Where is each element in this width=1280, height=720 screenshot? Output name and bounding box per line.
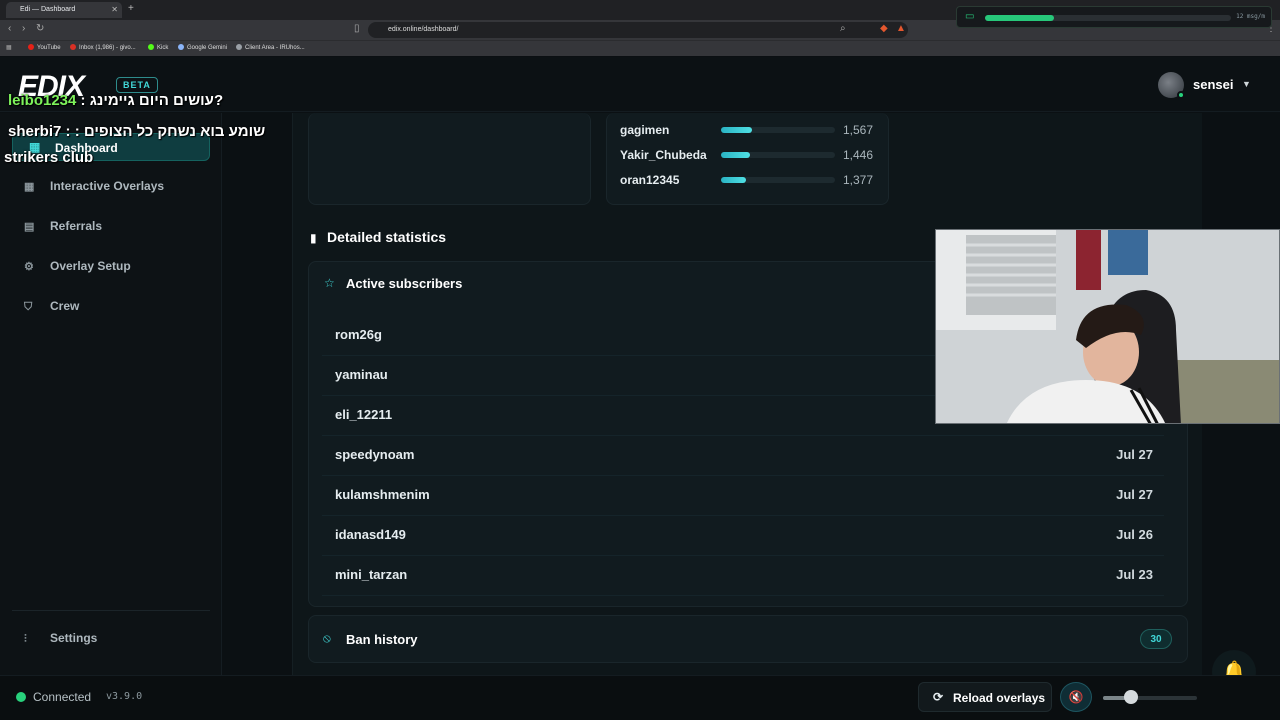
subscriber-name: mini_tarzan <box>335 567 408 582</box>
apps-icon[interactable]: ▦ <box>6 44 12 51</box>
grid-icon: ▦ <box>24 181 35 193</box>
leaderboard-value: 1,377 <box>843 173 874 187</box>
bookmark-gemini[interactable]: Google Gemini <box>178 44 227 51</box>
sidebar-divider <box>12 610 210 611</box>
bar-chart-icon: ▮ <box>310 231 317 245</box>
detailed-statistics-title: Detailed statistics <box>327 229 447 245</box>
ban-history-card[interactable] <box>308 615 1188 663</box>
reload-overlays-label: Reload overlays <box>953 691 1046 705</box>
leaderboard-bar <box>721 152 835 158</box>
avatar[interactable] <box>1158 72 1185 99</box>
subscriber-name: yaminau <box>335 367 388 382</box>
refresh-icon: ⟳ <box>933 690 944 704</box>
address-bar[interactable]: edix.online/dashboard/ <box>368 22 908 38</box>
sidebar-item-interactive-overlays[interactable]: ▦ Interactive Overlays <box>24 179 164 199</box>
gear-icon: ⚙ <box>24 261 34 273</box>
ban-count-badge: 30 <box>1140 629 1172 649</box>
forward-icon[interactable]: › <box>22 23 25 34</box>
subscriber-name: rom26g <box>335 327 382 342</box>
webcam-image <box>936 230 1279 423</box>
chat-rate-widget: ▭ 12 msg/m <box>956 6 1272 28</box>
chat-message: strikers club <box>4 149 94 166</box>
bookmark-client-area[interactable]: Client Area - IRUhos... <box>236 44 305 51</box>
subscriber-date: Jul 27 <box>1116 487 1153 502</box>
volume-slider-handle[interactable] <box>1124 690 1138 704</box>
sidebar-item-overlay-setup[interactable]: ⚙ Overlay Setup <box>24 259 131 279</box>
leaderboard-bar <box>721 127 835 133</box>
sidebar-item-crew[interactable]: ⛉ Crew <box>24 299 79 319</box>
connection-status: Connected <box>33 690 92 704</box>
reload-icon[interactable]: ↻ <box>36 23 44 34</box>
volume-slider[interactable] <box>1103 696 1197 700</box>
subscriber-date: Jul 23 <box>1116 567 1153 582</box>
tab-title: Edi — Dashboard <box>20 6 76 13</box>
row-divider <box>322 475 1164 476</box>
bookmark-icon[interactable]: ▯ <box>354 23 360 34</box>
reload-overlays-button[interactable]: ⟳ Reload overlays <box>918 682 1052 712</box>
speaker-muted-icon: 🔇 <box>1068 690 1084 704</box>
chat-rate-bar <box>985 15 1231 21</box>
row-divider <box>322 515 1164 516</box>
leaderboard-bar-fill <box>721 127 752 133</box>
chat-rate-fill <box>985 15 1054 21</box>
new-tab-icon[interactable]: + <box>128 3 134 14</box>
bookmark-inbox[interactable]: Inbox (1,986) - givo... <box>70 44 136 51</box>
sidebar-item-referrals[interactable]: ▤ Referrals <box>24 219 102 239</box>
bookmark-youtube[interactable]: YouTube <box>28 44 61 51</box>
bookmarks-bar: ▦ YouTube Inbox (1,986) - givo... Kick G… <box>0 40 1280 56</box>
row-divider <box>322 435 1164 436</box>
bookmark-kick[interactable]: Kick <box>148 44 168 51</box>
ban-history-title[interactable]: Ban history <box>346 632 418 647</box>
chat-message: leibo1234 : עושים היום גיימינג? <box>8 92 224 109</box>
subscriber-date: Jul 27 <box>1116 447 1153 462</box>
close-tab-icon[interactable]: ✕ <box>111 5 118 14</box>
leaderboard-value: 1,446 <box>843 148 874 162</box>
leaderboard-value: 1,567 <box>843 123 874 137</box>
gift-icon: ▤ <box>24 221 35 233</box>
brave-rewards-icon[interactable]: ▲ <box>896 23 906 34</box>
url-text: edix.online/dashboard/ <box>388 26 459 33</box>
subscriber-name: idanasd149 <box>335 527 406 542</box>
webcam-overlay <box>935 229 1280 424</box>
browser-tab[interactable]: Edi — Dashboard ✕ <box>6 2 122 18</box>
leaderboard-name: gagimen <box>620 123 670 137</box>
stats-card <box>308 113 591 205</box>
leaderboard-name: Yakir_Chubeda <box>620 148 707 162</box>
subscriber-name: speedynoam <box>335 447 415 462</box>
ban-icon: ⦸ <box>323 631 331 645</box>
row-divider <box>322 555 1164 556</box>
star-icon: ☆ <box>324 276 335 290</box>
sidebar: ▦ Dashboard ▦ Interactive Overlays ▤ Refer… <box>0 113 222 720</box>
leaderboard-bar-fill <box>721 152 750 158</box>
beta-badge: BETA <box>116 77 158 93</box>
back-icon[interactable]: ‹ <box>8 23 11 34</box>
subscriber-date: Jul 26 <box>1116 527 1153 542</box>
row-divider <box>322 595 1164 596</box>
footer: Connected v3.9.0 ⟳ Reload overlays 🔇 <box>0 675 1280 720</box>
online-indicator <box>1177 91 1185 99</box>
chevron-down-icon[interactable]: ▼ <box>1242 79 1251 89</box>
active-subscribers-title: Active subscribers <box>346 276 463 291</box>
zoom-icon[interactable]: ⌕ <box>840 23 846 34</box>
version-label: v3.9.0 <box>106 691 143 702</box>
leaderboard-bar-fill <box>721 177 747 183</box>
chat-message: sherbi7 : : שומע בוא נשחק כל הצופים <box>8 123 266 140</box>
leaderboard-bar <box>721 177 835 183</box>
username[interactable]: sensei <box>1193 77 1233 92</box>
chat-icon: ▭ <box>965 11 975 22</box>
shield-icon: ⛉ <box>24 301 33 313</box>
leaderboard-name: oran12345 <box>620 173 680 187</box>
sliders-icon: ⫶ <box>24 633 27 645</box>
sidebar-item-settings[interactable]: ⫶ Settings <box>24 631 97 651</box>
subscriber-name: eli_12211 <box>335 407 393 422</box>
chat-rate-text: 12 msg/m <box>1236 13 1265 20</box>
brave-shield-icon[interactable]: ◆ <box>880 23 888 34</box>
connection-status-dot <box>16 692 26 702</box>
mute-button[interactable]: 🔇 <box>1060 682 1092 712</box>
subscriber-name: kulamshmenim <box>335 487 430 502</box>
